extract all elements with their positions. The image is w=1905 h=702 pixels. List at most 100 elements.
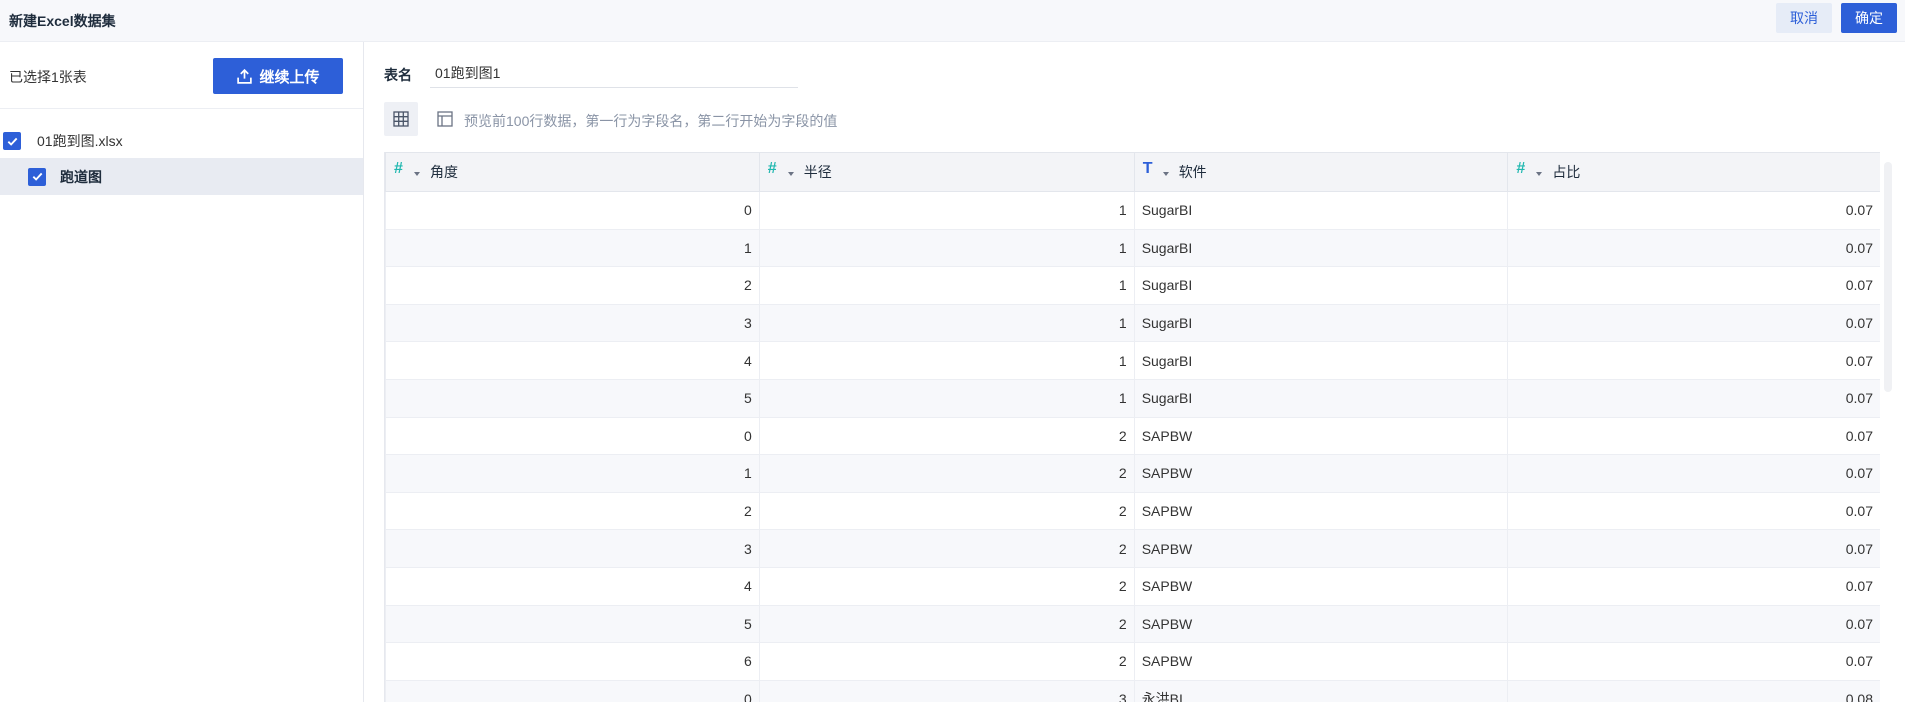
table-cell: 0.07 xyxy=(1507,529,1880,568)
sidebar: 已选择1张表 继续上传 01跑到图.xlsx 跑道图 xyxy=(0,42,364,702)
table-cell: 2 xyxy=(758,416,1135,456)
table-cell: 0.07 xyxy=(1507,491,1880,531)
table-cell: 4 xyxy=(385,341,760,380)
table-row: 5 1 SugarBI 0.07 xyxy=(385,378,1880,418)
file-name-label: 01跑到图.xlsx xyxy=(37,133,123,149)
upload-icon xyxy=(237,68,253,84)
column-header-label: 软件 xyxy=(1178,164,1207,180)
table-cell: 0.07 xyxy=(1507,604,1880,644)
file-checkbox[interactable] xyxy=(3,132,21,150)
table-cell: SAPBW xyxy=(1133,529,1509,568)
checkmark-icon xyxy=(7,137,17,146)
table-cell: 0.07 xyxy=(1507,566,1880,606)
table-cell: 2 xyxy=(758,454,1135,493)
layout-icon xyxy=(437,111,453,127)
table-cell: 1 xyxy=(758,266,1135,305)
page-title: 新建Excel数据集 xyxy=(9,13,116,29)
caret-down-icon xyxy=(1536,172,1543,176)
table-body: 0 1 SugarBI 0.07 1 1 SugarBI 0.07 2 1 SugarBI 0.07 3… xyxy=(385,191,1880,702)
table-cell: 0.07 xyxy=(1507,378,1880,418)
table-cell: 6 xyxy=(385,642,760,681)
number-type-icon[interactable]: # xyxy=(394,160,422,184)
table-cell: 0.08 xyxy=(1507,679,1880,702)
table-row: 1 1 SugarBI 0.07 xyxy=(385,228,1880,268)
table-cell: 0.07 xyxy=(1507,191,1880,230)
tree-item-file[interactable]: 01跑到图.xlsx xyxy=(0,126,363,156)
confirm-button[interactable]: 确定 xyxy=(1841,3,1897,33)
table-cell: 2 xyxy=(758,642,1135,681)
table-cell: SugarBI xyxy=(1133,191,1509,230)
table-cell: SAPBW xyxy=(1133,454,1509,493)
table-row: 3 2 SAPBW 0.07 xyxy=(385,529,1880,568)
table-cell: SAPBW xyxy=(1133,491,1509,531)
number-type-icon[interactable]: # xyxy=(768,160,796,184)
table-cell: 1 xyxy=(758,228,1135,268)
table-cell: SugarBI xyxy=(1133,341,1509,380)
table-row: 1 2 SAPBW 0.07 xyxy=(385,454,1880,493)
table-cell: 0.07 xyxy=(1507,266,1880,305)
layout-view-button[interactable] xyxy=(428,102,462,136)
table-cell: 0.07 xyxy=(1507,642,1880,681)
sheet-name-label: 跑道图 xyxy=(60,168,102,185)
table-row: 6 2 SAPBW 0.07 xyxy=(385,642,1880,681)
table-cell: 2 xyxy=(385,266,760,305)
table-cell: 2 xyxy=(385,491,760,531)
continue-upload-label: 继续上传 xyxy=(259,68,320,86)
tree-item-sheet[interactable]: 跑道图 xyxy=(0,158,363,195)
table-row: 2 1 SugarBI 0.07 xyxy=(385,266,1880,305)
table-cell: 3 xyxy=(385,529,760,568)
table-cell: 0 xyxy=(385,191,760,230)
sidebar-divider xyxy=(0,108,363,109)
table-row: 0 2 SAPBW 0.07 xyxy=(385,416,1880,456)
table-cell: 3 xyxy=(385,303,760,343)
table-row: 0 1 SugarBI 0.07 xyxy=(385,191,1880,230)
table-row: 4 2 SAPBW 0.07 xyxy=(385,566,1880,606)
table-name-input[interactable] xyxy=(430,58,798,88)
table-cell: 0 xyxy=(385,416,760,456)
text-type-icon[interactable]: T xyxy=(1143,160,1171,184)
table-cell: 2 xyxy=(758,604,1135,644)
table-cell: 2 xyxy=(758,566,1135,606)
table-cell: SAPBW xyxy=(1133,566,1509,606)
table-cell: 2 xyxy=(758,529,1135,568)
table-row: 3 1 SugarBI 0.07 xyxy=(385,303,1880,343)
caret-down-icon xyxy=(787,172,794,176)
data-table: # 角度 # 半径 T 软件 # 占比 0 1 SugarBI 0.07 1 1 SugarBI 0.07 2… xyxy=(385,152,1880,702)
table-cell: 0.07 xyxy=(1507,416,1880,456)
column-header-label: 占比 xyxy=(1552,164,1581,180)
table-cell: 0 xyxy=(385,679,760,702)
caret-down-icon xyxy=(1162,172,1169,176)
table-name-label: 表名 xyxy=(384,67,412,83)
column-header-label: 角度 xyxy=(430,164,458,180)
column-header[interactable]: # 半径 xyxy=(758,152,1135,192)
table-cell: 0.07 xyxy=(1507,303,1880,343)
type-glyph: T xyxy=(1142,160,1153,177)
table-cell: SAPBW xyxy=(1133,642,1509,681)
column-header[interactable]: # 角度 xyxy=(385,152,760,192)
table-cell: 1 xyxy=(385,228,760,268)
number-type-icon[interactable]: # xyxy=(1516,160,1544,184)
table-row: 4 1 SugarBI 0.07 xyxy=(385,341,1880,380)
table-cell: 永洪BI xyxy=(1133,679,1509,702)
type-glyph: # xyxy=(1516,160,1526,177)
cancel-button[interactable]: 取消 xyxy=(1776,3,1832,33)
sheet-checkbox[interactable] xyxy=(28,167,46,186)
data-table-container: # 角度 # 半径 T 软件 # 占比 0 1 SugarBI 0.07 1 1 SugarBI 0.07 2… xyxy=(384,152,1880,702)
vertical-scrollbar[interactable] xyxy=(1884,162,1892,392)
grid-view-button[interactable] xyxy=(384,102,418,136)
continue-upload-button[interactable]: 继续上传 xyxy=(213,58,343,94)
table-cell: 5 xyxy=(385,378,760,418)
column-header[interactable]: # 占比 xyxy=(1507,152,1880,192)
table-cell: SAPBW xyxy=(1133,416,1509,456)
column-header[interactable]: T 软件 xyxy=(1133,152,1509,192)
table-cell: 1 xyxy=(758,191,1135,230)
top-bar: 新建Excel数据集 取消 确定 xyxy=(0,0,1905,42)
table-cell: 1 xyxy=(758,341,1135,380)
table-cell: 1 xyxy=(758,378,1135,418)
table-cell: SAPBW xyxy=(1133,604,1509,644)
column-header-label: 半径 xyxy=(803,164,832,180)
table-cell: SugarBI xyxy=(1133,228,1509,268)
table-cell: 2 xyxy=(758,491,1135,531)
grid-icon xyxy=(393,111,409,127)
preview-hint-text: 预览前100行数据，第一行为字段名，第二行开始为字段的值 xyxy=(464,113,838,129)
